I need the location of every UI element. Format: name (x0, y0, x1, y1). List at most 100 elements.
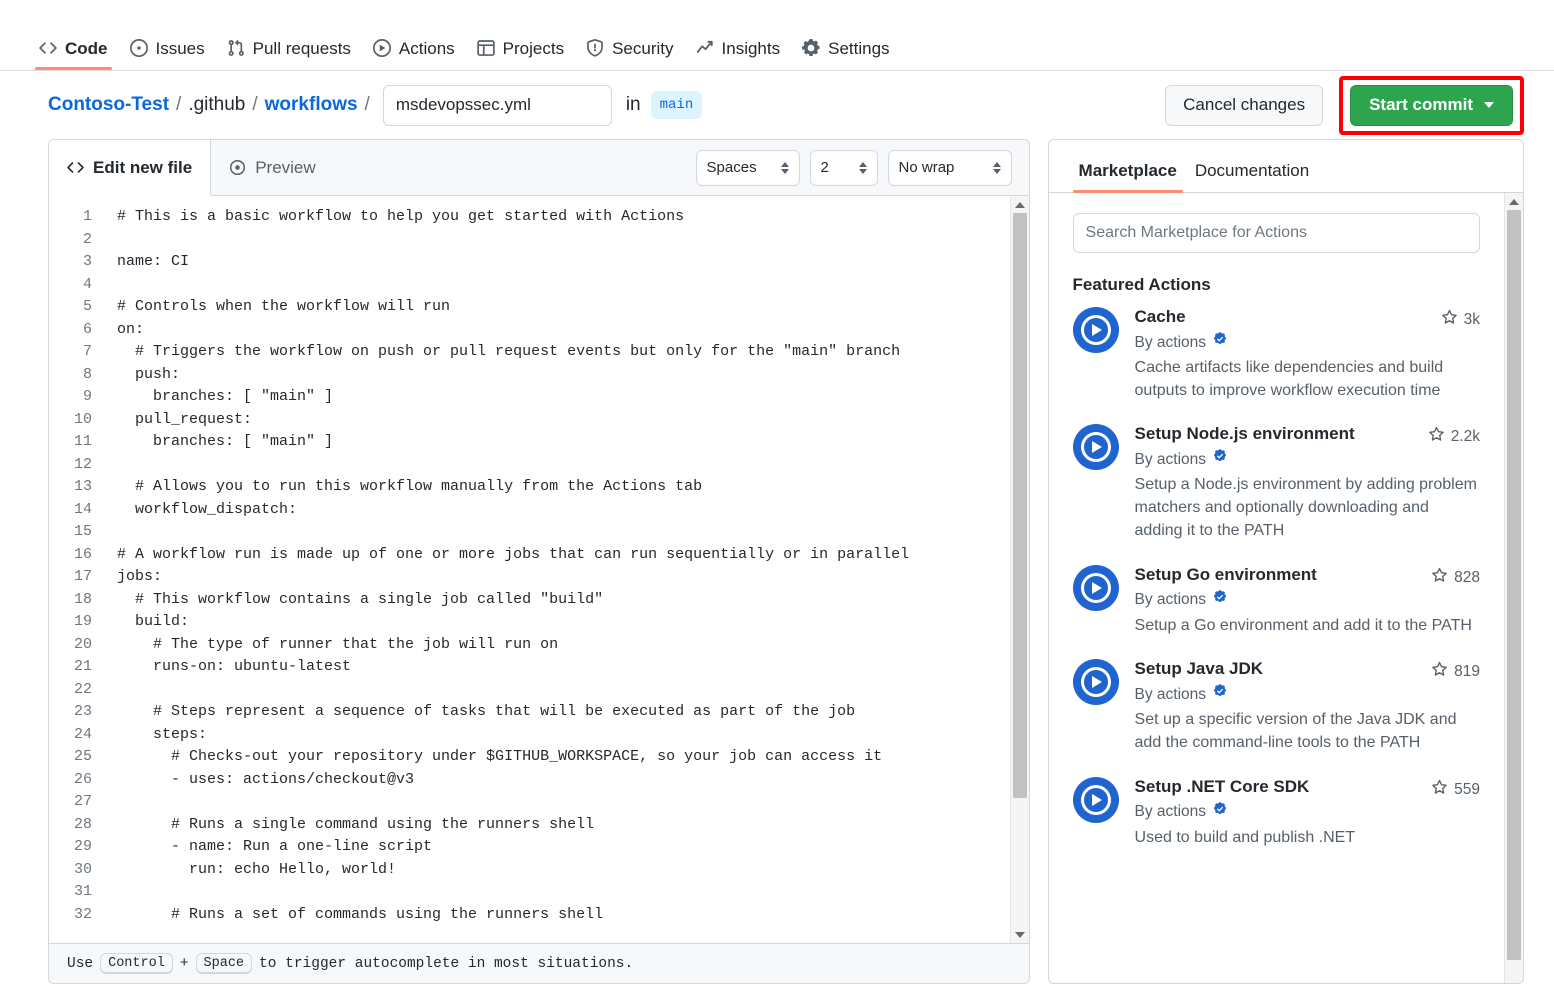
play-circle-icon (373, 39, 391, 57)
main-content: Edit new file Preview Spaces 2 (0, 139, 1554, 984)
scroll-up-arrow-icon[interactable] (1015, 196, 1025, 213)
breadcrumb-separator: / (176, 94, 181, 116)
editor-tab-bar: Edit new file Preview Spaces 2 (49, 140, 1029, 196)
star-count-value: 819 (1454, 663, 1480, 681)
nav-item-label: Actions (399, 40, 455, 57)
indent-mode-select[interactable]: Spaces (696, 150, 800, 186)
action-description: Cache artifacts like dependencies and bu… (1135, 357, 1480, 402)
marketplace-panel: Marketplace Documentation Featured Actio… (1048, 139, 1524, 984)
breadcrumb-folder-github[interactable]: .github (188, 94, 245, 116)
action-description: Used to build and publish .NET (1135, 827, 1480, 850)
action-title-row: Setup Node.js environment 2.2k (1135, 424, 1480, 448)
marketplace-action-item[interactable]: Setup Go environment 828 By actions Setup a… (1073, 565, 1480, 638)
tab-label: Marketplace (1079, 161, 1177, 180)
in-label: in (626, 94, 641, 116)
tab-bar-spacer (334, 140, 696, 195)
action-title-row: Setup .NET Core SDK 559 (1135, 777, 1480, 801)
nav-item-pull-requests[interactable]: Pull requests (218, 31, 360, 70)
file-header-actions: Cancel changes Start commit (1165, 76, 1524, 135)
indent-size-select[interactable]: 2 (810, 150, 878, 186)
action-name[interactable]: Setup Go environment (1135, 565, 1317, 585)
marketplace-action-item[interactable]: Setup Node.js environment 2.2kBy actionsS… (1073, 424, 1480, 542)
action-play-icon (1073, 777, 1119, 823)
action-author-name: By actions (1135, 686, 1207, 704)
code-editor-scroll: 1 2 3 4 5 6 7 8 9 10 11 12 13 14 15 16 1… (49, 196, 1010, 943)
action-name[interactable]: Cache (1135, 307, 1186, 327)
star-count: 3k (1441, 307, 1480, 331)
marketplace-action-item[interactable]: Cache 3k By actions Cache artifacts like de… (1073, 307, 1480, 402)
action-name[interactable]: Setup .NET Core SDK (1135, 777, 1310, 797)
scroll-up-arrow-icon[interactable] (1509, 193, 1519, 210)
marketplace-scrollbar-thumb[interactable] (1507, 210, 1521, 960)
breadcrumb-folder-workflows[interactable]: workflows (265, 94, 358, 116)
action-author: By actions (1135, 802, 1480, 823)
code-editor-textarea[interactable]: # This is a basic workflow to help you g… (104, 206, 1010, 943)
marketplace-action-item[interactable]: Setup .NET Core SDK 559By actions Used to … (1073, 777, 1480, 850)
editor-scrollbar-track[interactable] (1011, 213, 1029, 926)
chevron-down-icon (1484, 102, 1494, 108)
editor-scrollbar-thumb[interactable] (1013, 213, 1027, 798)
action-author: By actions (1135, 449, 1480, 470)
star-count: 828 (1431, 565, 1480, 589)
nav-item-label: Projects (503, 40, 564, 57)
action-name[interactable]: Setup Java JDK (1135, 659, 1264, 679)
hint-prefix: Use (67, 956, 93, 972)
line-wrap-value: No wrap (899, 159, 955, 176)
tab-marketplace[interactable]: Marketplace (1073, 157, 1183, 192)
marketplace-action-item[interactable]: Setup Java JDK819By actionsSet up a spec… (1073, 659, 1480, 754)
start-commit-button[interactable]: Start commit (1350, 85, 1513, 126)
star-count: 2.2k (1428, 424, 1480, 448)
marketplace-body: Featured Actions Cache 3k By actions Cache … (1049, 193, 1523, 983)
breadcrumb-repo[interactable]: Contoso-Test (48, 94, 169, 116)
filename-input[interactable] (383, 85, 612, 126)
action-author: By actions (1135, 590, 1480, 611)
action-description: Setup a Go environment and add it to the… (1135, 615, 1480, 638)
scroll-down-arrow-icon[interactable] (1015, 926, 1025, 943)
marketplace-scrollbar-track[interactable] (1505, 210, 1523, 983)
git-pull-request-icon (227, 39, 245, 57)
nav-item-projects[interactable]: Projects (468, 31, 573, 70)
code-editor-area: 1 2 3 4 5 6 7 8 9 10 11 12 13 14 15 16 1… (49, 196, 1029, 943)
star-count: 559 (1431, 777, 1480, 801)
featured-actions-heading: Featured Actions (1073, 275, 1480, 295)
marketplace-vertical-scrollbar[interactable] (1504, 193, 1523, 983)
breadcrumb-separator: / (252, 94, 257, 116)
action-title-row: Setup Java JDK 819 (1135, 659, 1480, 683)
nav-item-label: Issues (156, 40, 205, 57)
tab-edit-new-file[interactable]: Edit new file (49, 140, 211, 196)
line-wrap-select[interactable]: No wrap (888, 150, 1012, 186)
code-icon (39, 39, 57, 57)
nav-item-settings[interactable]: Settings (793, 31, 898, 70)
action-info: Cache 3k By actions Cache artifacts like de… (1135, 307, 1480, 402)
nav-item-insights[interactable]: Insights (687, 31, 790, 70)
star-icon (1431, 779, 1448, 801)
editor-vertical-scrollbar[interactable] (1010, 196, 1029, 943)
repo-nav: Code Issues Pull requests Actions Projec (0, 0, 1554, 71)
stepper-icon (781, 162, 789, 174)
stepper-icon (993, 162, 1001, 174)
code-icon (67, 159, 84, 176)
search-input[interactable] (1073, 213, 1480, 253)
tab-preview[interactable]: Preview (211, 140, 333, 195)
nav-item-label: Security (612, 40, 673, 57)
action-play-icon (1073, 659, 1119, 705)
start-commit-label: Start commit (1369, 95, 1473, 115)
action-play-icon (1073, 424, 1119, 470)
star-count-value: 3k (1464, 311, 1480, 329)
start-commit-highlight: Start commit (1339, 76, 1524, 135)
nav-item-label: Pull requests (253, 40, 351, 57)
table-icon (477, 39, 495, 57)
action-author-name: By actions (1135, 591, 1207, 609)
verified-badge-icon (1212, 449, 1228, 470)
stepper-icon (859, 162, 867, 174)
action-author: By actions (1135, 332, 1480, 353)
tab-documentation[interactable]: Documentation (1189, 157, 1315, 192)
nav-item-security[interactable]: Security (577, 31, 682, 70)
nav-item-actions[interactable]: Actions (364, 31, 464, 70)
nav-item-issues[interactable]: Issues (121, 31, 214, 70)
action-name[interactable]: Setup Node.js environment (1135, 424, 1355, 444)
file-editor-card: Edit new file Preview Spaces 2 (48, 139, 1030, 984)
nav-item-code[interactable]: Code (30, 31, 117, 70)
nav-item-label: Settings (828, 40, 889, 57)
cancel-changes-button[interactable]: Cancel changes (1165, 85, 1323, 126)
